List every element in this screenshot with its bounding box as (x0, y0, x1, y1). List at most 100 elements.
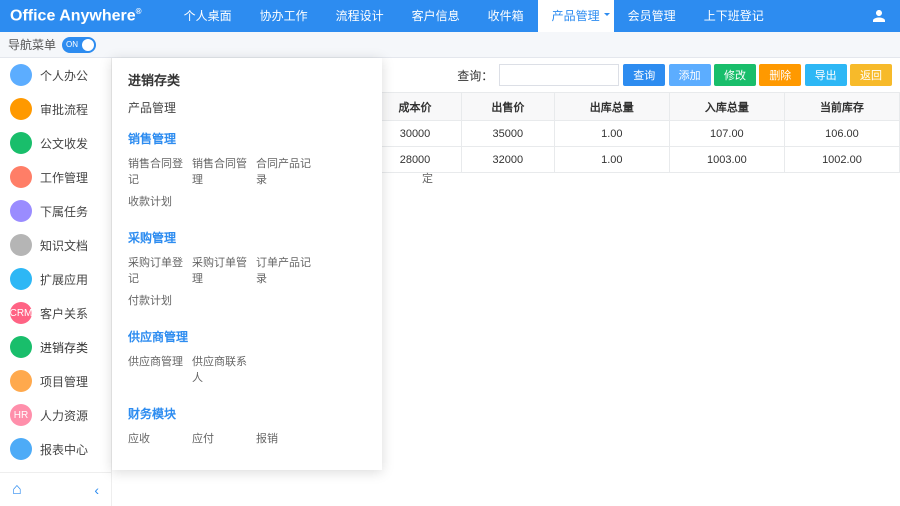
sidebar-item-icon (10, 132, 32, 154)
sidebar-item-label: 公文收发 (40, 135, 88, 152)
nav-menu-label: 导航菜单 (8, 36, 56, 53)
logo: Office Anywhere® (10, 7, 170, 25)
sidebar-item-label: 报表中心 (40, 441, 88, 458)
topnav-item[interactable]: 客户信息 (398, 0, 474, 32)
sidebar-item-icon (10, 234, 32, 256)
table-cell: 30000 (369, 121, 462, 147)
topnav-item[interactable]: 会员管理 (614, 0, 690, 32)
dropdown-group-head: 财务模块 (128, 405, 366, 422)
dropdown-link[interactable]: 采购订单登记 (128, 254, 192, 286)
dropdown-link[interactable]: 采购订单管理 (192, 254, 256, 286)
search-input[interactable] (499, 64, 619, 86)
sidebar-item-icon (10, 166, 32, 188)
dropdown-group-head: 采购管理 (128, 229, 366, 246)
sidebar-item-label: 扩展应用 (40, 271, 88, 288)
dropdown-group-head: 供应商管理 (128, 328, 366, 345)
toolbar-button[interactable]: 查询 (623, 64, 665, 86)
table-cell: 107.00 (669, 121, 784, 147)
product-dropdown-menu: 进销存类 产品管理 销售管理销售合同登记销售合同管理合同产品记录收款计划采购管理… (112, 58, 382, 470)
table-cell: 1.00 (554, 147, 669, 173)
sidebar-item-label: 进销存类 (40, 339, 88, 356)
sidebar: 个人办公审批流程公文收发工作管理下属任务知识文档扩展应用 CRM 客户关系进销存类项… (0, 58, 112, 506)
topnav-item[interactable]: 收件箱 (474, 0, 538, 32)
subbar: 导航菜单 ON (0, 32, 900, 58)
sidebar-item[interactable]: 个人办公 (0, 58, 111, 92)
table-cell: 106.00 (784, 121, 899, 147)
topnav-item[interactable]: 产品管理 (538, 0, 614, 32)
sidebar-item-icon: CRM (10, 302, 32, 324)
sidebar-item[interactable]: 审批流程 (0, 92, 111, 126)
sidebar-item[interactable]: 工作管理 (0, 160, 111, 194)
sidebar-item-icon (10, 200, 32, 222)
sidebar-item-label: 项目管理 (40, 373, 88, 390)
table-header: 成本价 (369, 93, 462, 121)
topnav-item[interactable]: 协办工作 (246, 0, 322, 32)
dropdown-link[interactable]: 付款计划 (128, 292, 192, 308)
dropdown-link[interactable]: 供应商联系人 (192, 353, 256, 385)
sidebar-item-label: 审批流程 (40, 101, 88, 118)
dropdown-link[interactable]: 订单产品记录 (256, 254, 320, 286)
dropdown-link[interactable]: 销售合同管理 (192, 155, 256, 187)
sidebar-item-label: 客户关系 (40, 305, 88, 322)
sidebar-item-icon (10, 336, 32, 358)
sidebar-footer: ⌂ ‹ (0, 472, 111, 506)
toolbar-button[interactable]: 返回 (850, 64, 892, 86)
toolbar-button[interactable]: 删除 (759, 64, 801, 86)
dropdown-link[interactable]: 供应商管理 (128, 353, 192, 385)
home-icon[interactable]: ⌂ (12, 481, 22, 499)
sidebar-item[interactable]: 下属任务 (0, 194, 111, 228)
dropdown-group-head: 销售管理 (128, 130, 366, 147)
table-cell: 1.00 (554, 121, 669, 147)
sidebar-item-label: 个人办公 (40, 67, 88, 84)
table-cell: 1002.00 (784, 147, 899, 173)
table-header: 入库总量 (669, 93, 784, 121)
sidebar-item[interactable]: 报表中心 (0, 432, 111, 466)
dropdown-title: 进销存类 (128, 70, 366, 89)
sidebar-item[interactable]: 公文收发 (0, 126, 111, 160)
sidebar-item[interactable]: 知识文档 (0, 228, 111, 262)
sidebar-item-label: 人力资源 (40, 407, 88, 424)
sidebar-item-icon (10, 268, 32, 290)
dropdown-link[interactable]: 应付 (192, 430, 256, 446)
topnav: 个人桌面协办工作流程设计客户信息收件箱产品管理会员管理上下班登记 (170, 0, 868, 32)
dropdown-link[interactable]: 应收 (128, 430, 192, 446)
dropdown-link[interactable]: 收款计划 (128, 193, 192, 209)
table-cell: 28000 (369, 147, 462, 173)
toolbar-button[interactable]: 导出 (805, 64, 847, 86)
stray-text: 定 (422, 170, 433, 186)
topnav-item[interactable]: 流程设计 (322, 0, 398, 32)
sidebar-item-label: 工作管理 (40, 169, 88, 186)
table-cell: 35000 (461, 121, 554, 147)
sidebar-item[interactable]: 进销存类 (0, 330, 111, 364)
sidebar-item-icon (10, 438, 32, 460)
sidebar-item[interactable]: 扩展应用 (0, 262, 111, 296)
nav-toggle[interactable]: ON (62, 37, 96, 53)
sidebar-item-label: 知识文档 (40, 237, 88, 254)
sidebar-item-icon (10, 64, 32, 86)
search-label: 查询： (457, 67, 493, 84)
user-icon[interactable] (868, 5, 890, 27)
dropdown-link[interactable]: 报销 (256, 430, 320, 446)
sidebar-item-icon: HR (10, 404, 32, 426)
toolbar-button[interactable]: 添加 (669, 64, 711, 86)
sidebar-item[interactable]: CRM 客户关系 (0, 296, 111, 330)
dropdown-item[interactable]: 产品管理 (128, 99, 366, 116)
table-cell: 1003.00 (669, 147, 784, 173)
dropdown-link[interactable]: 销售合同登记 (128, 155, 192, 187)
content-area: 查询： 查询 添加 修改 删除 导出 返回 产品编码产品类别成本价出售价出库总量… (112, 58, 900, 506)
collapse-icon[interactable]: ‹ (94, 482, 99, 498)
table-cell: 32000 (461, 147, 554, 173)
table-header: 当前库存 (784, 93, 899, 121)
sidebar-item-icon (10, 370, 32, 392)
sidebar-item[interactable]: HR 人力资源 (0, 398, 111, 432)
table-header: 出库总量 (554, 93, 669, 121)
sidebar-item[interactable]: 项目管理 (0, 364, 111, 398)
topnav-item[interactable]: 上下班登记 (690, 0, 778, 32)
table-header: 出售价 (461, 93, 554, 121)
dropdown-link[interactable]: 合同产品记录 (256, 155, 320, 187)
topbar: Office Anywhere® 个人桌面协办工作流程设计客户信息收件箱产品管理… (0, 0, 900, 32)
toolbar-button[interactable]: 修改 (714, 64, 756, 86)
sidebar-item-icon (10, 98, 32, 120)
sidebar-item-label: 下属任务 (40, 203, 88, 220)
topnav-item[interactable]: 个人桌面 (170, 0, 246, 32)
